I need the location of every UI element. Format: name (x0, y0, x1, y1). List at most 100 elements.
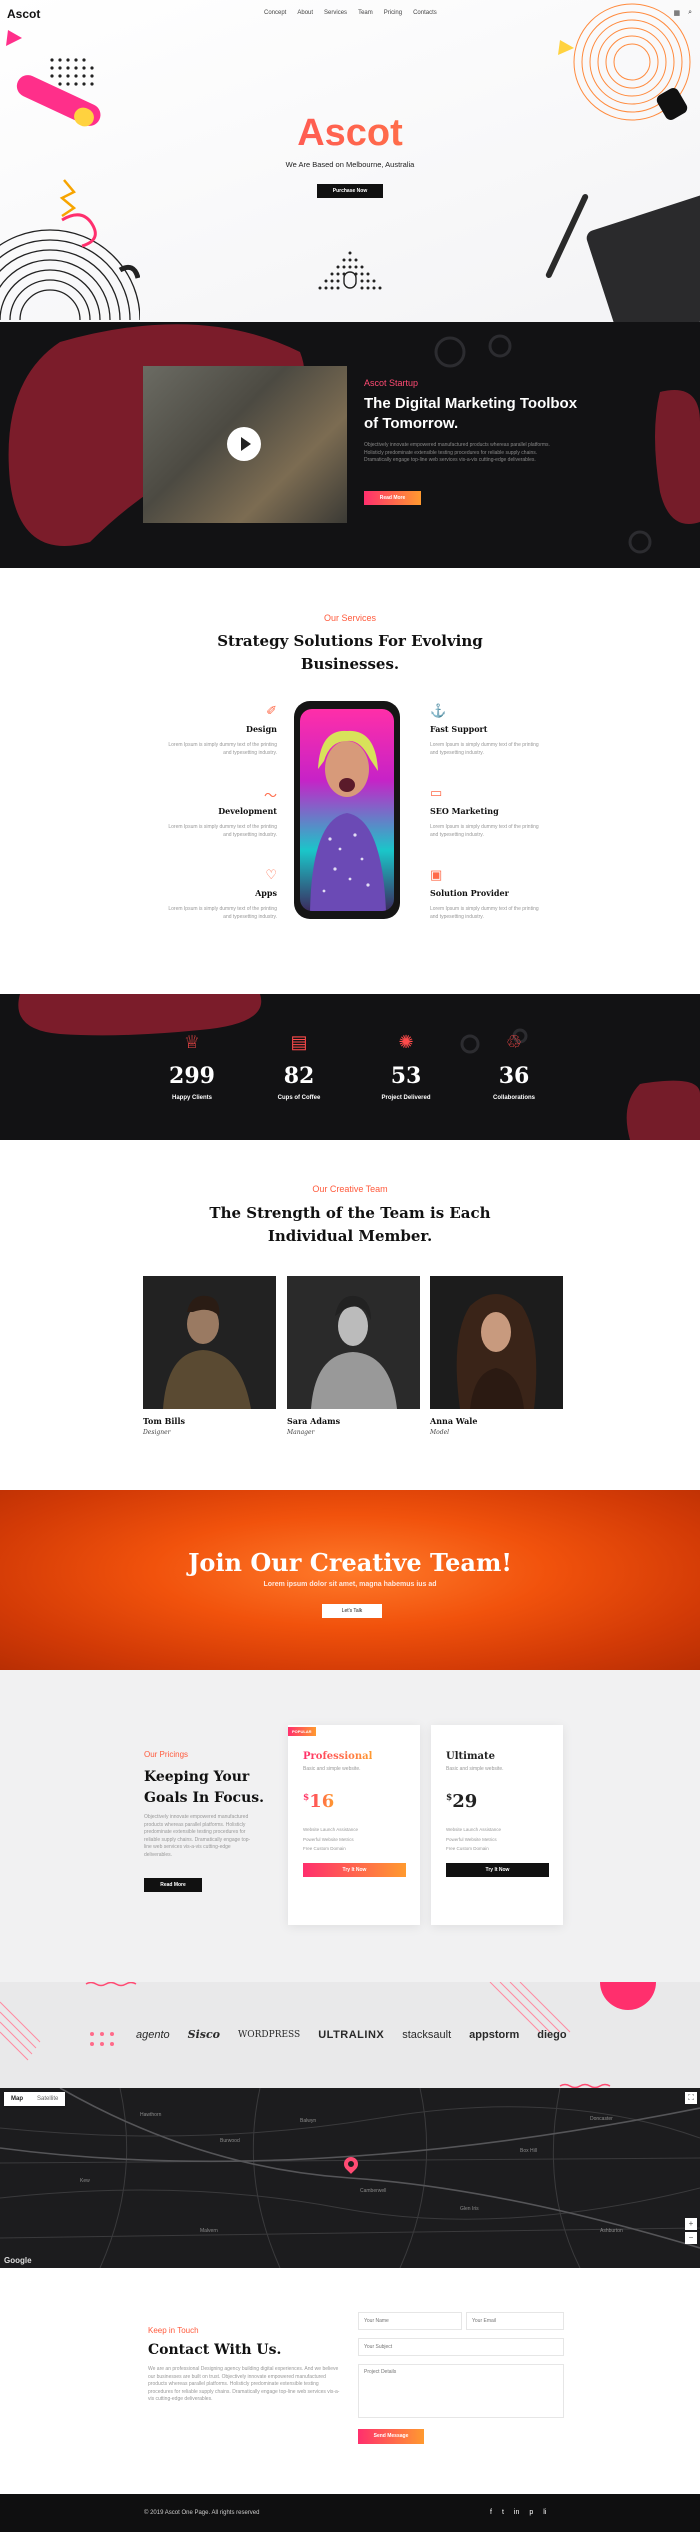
hero-section: Ascot Concept About Services Team Pricin… (0, 0, 700, 322)
client-logo-wordpress[interactable]: WORDPRESS (238, 2030, 300, 2040)
plan-feature: Powerful Website Metrics (303, 1836, 354, 1842)
purchase-now-button[interactable]: Purchase Now (317, 184, 383, 198)
fullscreen-icon[interactable]: ⛶ (685, 2092, 697, 2104)
hero-title: Ascot (0, 112, 700, 155)
seo-icon: ▭ (430, 785, 443, 800)
service-apps: ♡ Apps Lorem Ipsum is simply dummy text … (161, 867, 277, 921)
service-title: Development (218, 806, 277, 816)
service-text: Lorem Ipsum is simply dummy text of the … (168, 824, 277, 838)
map-label: Balwyn (300, 2118, 317, 2124)
nav-item-pricing[interactable]: Pricing (384, 10, 402, 16)
plan-name: Professional (303, 1751, 373, 1762)
contact-section: Keep in Touch Contact With Us. We are an… (0, 2268, 700, 2494)
linkedin-icon[interactable]: in (514, 2509, 519, 2516)
client-logo-agento[interactable]: agento (136, 2029, 170, 2041)
nav-item-contacts[interactable]: Contacts (413, 10, 437, 16)
nav-item-about[interactable]: About (297, 10, 313, 16)
hero-decoration-center (318, 251, 382, 290)
hero-decoration-left (0, 30, 140, 320)
client-logo-diego[interactable]: diego (537, 2029, 566, 2041)
service-text: Lorem Ipsum is simply dummy text of the … (168, 906, 277, 920)
services-title: Strategy Solutions For Evolving Business… (217, 632, 483, 673)
client-logo-stacksault[interactable]: stacksault (402, 2029, 451, 2041)
footer: © 2019 Ascot One Page. All rights reserv… (0, 2494, 700, 2532)
hero-subtitle: We Are Based on Melbourne, Australia (285, 160, 415, 169)
client-logo-ultralinx[interactable]: ULTRALINX (318, 2029, 384, 2041)
map-label: Doncaster (590, 2116, 613, 2122)
name-field[interactable] (358, 2312, 462, 2330)
services-kicker: Our Services (323, 613, 376, 623)
team-member-card[interactable]: Sara Adams Manager (287, 1276, 420, 1436)
plan-feature: Free Custom Domain (303, 1846, 346, 1851)
team-title: The Strength of the Team is Each Individ… (209, 1204, 491, 1245)
service-text: Lorem Ipsum is simply dummy text of the … (430, 824, 539, 838)
pricing-read-more-button[interactable]: Read More (144, 1878, 202, 1892)
copyright-text: © 2019 Ascot One Page. All rights reserv… (144, 2510, 260, 2516)
service-text: Lorem Ipsum is simply dummy text of the … (430, 906, 539, 920)
google-logo: Google (4, 2256, 32, 2265)
plan-subtitle: Basic and simple website. (446, 1766, 504, 1772)
pricing-section: Our Pricings Keeping Your Goals In Focus… (0, 1670, 700, 1982)
plan-card-ultimate: Ultimate Basic and simple website. $29 W… (431, 1725, 563, 1925)
nav-item-team[interactable]: Team (358, 10, 373, 16)
zoom-out-button[interactable]: − (685, 2232, 697, 2244)
subject-field[interactable] (358, 2338, 564, 2356)
design-icon: ✐ (266, 703, 277, 718)
plan-feature: Website Launch Assistance (303, 1827, 358, 1832)
stat-label: Happy Clients (171, 1095, 212, 1101)
map-section[interactable]: Hawthorn Burwood Balwyn Camberwell Glen … (0, 2088, 700, 2268)
map-type-tabs: Map Satellite (4, 2092, 66, 2106)
client-logo-appstorm[interactable]: appstorm (469, 2029, 519, 2041)
service-text: Lorem Ipsum is simply dummy text of the … (430, 742, 539, 756)
email-field[interactable] (466, 2312, 564, 2330)
nav-item-concept[interactable]: Concept (264, 10, 286, 16)
client-logo-sisco[interactable]: Sisco (188, 2028, 220, 2041)
map-roads (0, 2088, 700, 2268)
linkedin-alt-icon[interactable]: li (543, 2509, 546, 2516)
video-blob-decoration (8, 324, 700, 554)
gear-icon: ✺ (398, 1032, 414, 1052)
map-label: Glen Iris (460, 2206, 479, 2212)
trophy-icon: ♕ (183, 1032, 201, 1052)
play-icon[interactable] (227, 427, 261, 461)
stat-number: 36 (498, 1063, 530, 1089)
nav-item-services[interactable]: Services (324, 10, 347, 16)
service-development: 〜 Development Lorem Ipsum is simply dumm… (161, 785, 277, 839)
stat-number: 53 (390, 1063, 422, 1089)
service-solution-provider: ▣ Solution Provider Lorem Ipsum is simpl… (430, 867, 546, 921)
stat-project-delivered: ✺ 53 Project Delivered (366, 1032, 446, 1101)
plan-features: Website Launch Assistance Powerful Websi… (303, 1825, 358, 1854)
stat-happy-clients: ♕ 299 Happy Clients (152, 1032, 232, 1101)
plan-price: $16 (303, 1791, 334, 1812)
stat-cups-of-coffee: ▤ 82 Cups of Coffee (259, 1032, 339, 1101)
map-label: Malvern (200, 2228, 218, 2234)
team-member-card[interactable]: Tom Bills Designer (143, 1276, 276, 1436)
stat-label: Cups of Coffee (277, 1095, 321, 1101)
map-label: Kew (80, 2178, 90, 2184)
team-member-card[interactable]: Anna Wale Model (430, 1276, 563, 1436)
logo[interactable]: Ascot (7, 7, 40, 21)
member-photo (430, 1276, 563, 1409)
recycle-icon: ♲ (505, 1032, 523, 1052)
video-title: The Digital Marketing Toolbox of Tomorro… (364, 395, 578, 432)
zoom-in-button[interactable]: + (685, 2218, 697, 2230)
lets-talk-button[interactable]: Let's Talk (322, 1604, 382, 1618)
team-video-thumbnail[interactable] (143, 366, 347, 523)
facebook-icon[interactable]: f (490, 2509, 492, 2516)
map-label: Ashburton (600, 2228, 623, 2234)
map-tab[interactable]: Map (4, 2092, 30, 2106)
satellite-tab[interactable]: Satellite (30, 2092, 65, 2106)
anchor-icon: ⚓ (430, 703, 447, 718)
read-more-button[interactable]: Read More (364, 491, 421, 505)
plan-price: $29 (446, 1791, 477, 1812)
member-role: Designer (143, 1429, 171, 1436)
pinterest-icon[interactable]: p (529, 2509, 533, 2516)
try-it-now-button[interactable]: Try It Now (303, 1863, 406, 1877)
project-details-field[interactable] (358, 2364, 564, 2418)
service-title: Fast Support (430, 724, 488, 734)
member-photo (287, 1276, 420, 1409)
send-message-button[interactable]: Send Message (358, 2429, 424, 2444)
twitter-icon[interactable]: t (502, 2509, 504, 2516)
contact-title: Contact With Us. (148, 2342, 282, 2358)
try-it-now-button[interactable]: Try It Now (446, 1863, 549, 1877)
